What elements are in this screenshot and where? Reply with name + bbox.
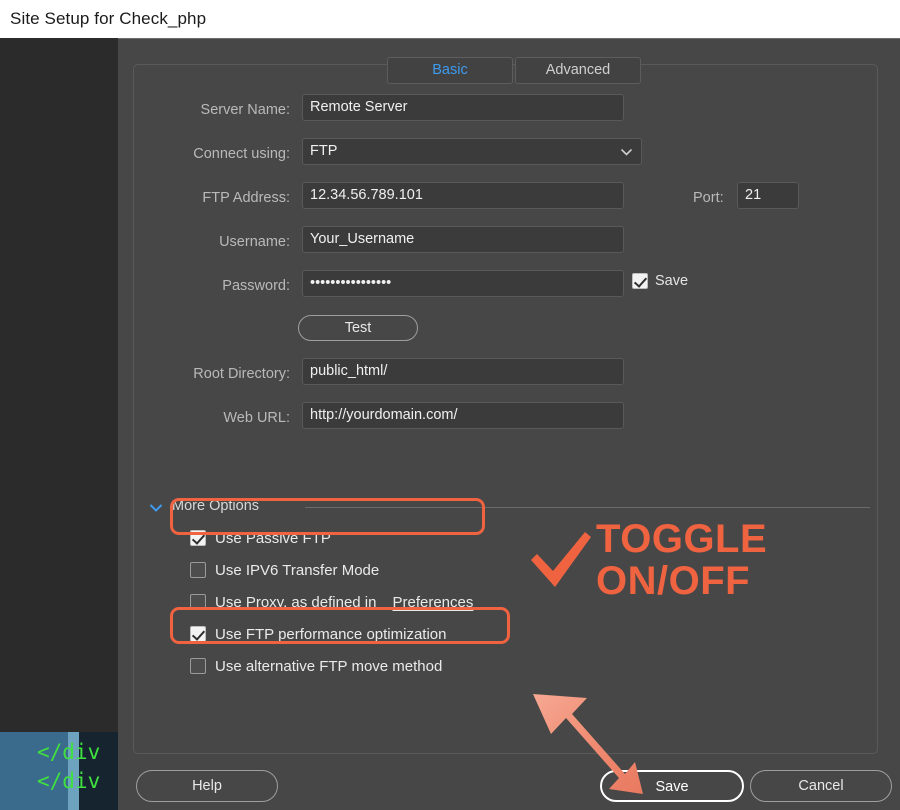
code-editor-pane: </div </div [0, 732, 118, 810]
chevron-down-icon [150, 500, 162, 515]
checkbox-checked-icon [190, 626, 206, 642]
connect-using-label: Connect using: [193, 146, 290, 162]
row-web-url: Web URL: http://yourdomain.com/ [0, 401, 900, 445]
dialog-top-edge [0, 38, 900, 39]
test-button[interactable]: Test [298, 315, 418, 341]
root-directory-label: Root Directory: [193, 366, 290, 382]
option-use-alternative-ftp-move-method[interactable]: Use alternative FTP move method [0, 650, 900, 682]
password-input[interactable]: •••••••••••••••• [302, 270, 624, 297]
username-label: Username: [219, 234, 290, 250]
server-name-input[interactable]: Remote Server [302, 94, 624, 121]
option-use-ftp-performance-optimization[interactable]: Use FTP performance optimization [0, 618, 900, 650]
more-options-title: More Options [172, 498, 260, 514]
tab-advanced[interactable]: Advanced [515, 57, 641, 84]
option-label: Use FTP performance optimization [215, 625, 447, 643]
code-lines: </div </div [37, 738, 100, 796]
preferences-link[interactable]: Preferences [392, 594, 473, 611]
port-input[interactable]: 21 [737, 182, 799, 209]
section-divider [305, 507, 870, 508]
option-label: Use Proxy, as defined in [215, 593, 377, 611]
save-password-checkbox[interactable]: Save [632, 273, 688, 289]
annotation-line-2: ON/OFF [596, 559, 751, 603]
help-button[interactable]: Help [136, 770, 278, 802]
row-password: Password: •••••••••••••••• Save [0, 269, 900, 313]
dialog-footer: Help Save Cancel [0, 762, 900, 810]
checkbox-unchecked-icon [190, 594, 206, 610]
option-label: Use alternative FTP move method [215, 657, 443, 675]
checkbox-checked-icon [190, 530, 206, 546]
web-url-label: Web URL: [223, 410, 290, 426]
row-connect-using: Connect using: FTP [0, 137, 900, 181]
checkbox-checked-icon [632, 273, 648, 289]
code-line: </div [37, 740, 101, 764]
connect-using-value: FTP [310, 143, 338, 159]
site-setup-dialog: Site Servers › CSS Preprocessors › Advan… [0, 38, 900, 810]
checkbox-unchecked-icon [190, 562, 206, 578]
password-label: Password: [222, 278, 290, 294]
cancel-button[interactable]: Cancel [750, 770, 892, 802]
annotation-line-1: TOGGLE [596, 517, 768, 561]
row-username: Username: Your_Username [0, 225, 900, 269]
connect-using-select[interactable]: FTP [302, 138, 642, 165]
row-test: Test [0, 313, 900, 357]
ftp-address-label: FTP Address: [202, 190, 290, 206]
pointer-arrow-icon [525, 688, 655, 803]
row-root-directory: Root Directory: public_html/ [0, 357, 900, 401]
option-label: Use Passive FTP [215, 529, 331, 547]
chevron-down-icon [620, 140, 632, 164]
web-url-input[interactable]: http://yourdomain.com/ [302, 402, 624, 429]
screenshot-root: Site Setup for Check_php Site Servers › … [0, 0, 900, 810]
root-directory-input[interactable]: public_html/ [302, 358, 624, 385]
ftp-address-input[interactable]: 12.34.56.789.101 [302, 182, 624, 209]
server-form: Server Name: Remote Server Connect using… [0, 93, 900, 445]
window-title: Site Setup for Check_php [0, 0, 900, 38]
row-ftp-address: FTP Address: 12.34.56.789.101 Port: 21 [0, 181, 900, 225]
port-label: Port: [693, 190, 724, 206]
save-password-label: Save [655, 273, 689, 289]
settings-tabs: Basic Advanced [387, 57, 647, 84]
username-input[interactable]: Your_Username [302, 226, 624, 253]
option-label: Use IPV6 Transfer Mode [215, 561, 380, 579]
code-line: </div [37, 769, 101, 793]
checkbox-unchecked-icon [190, 658, 206, 674]
server-name-label: Server Name: [200, 102, 290, 118]
row-server-name: Server Name: Remote Server [0, 93, 900, 137]
tab-basic[interactable]: Basic [387, 57, 513, 84]
toggle-annotation-lines: TOGGLE ON/OFF [596, 518, 767, 602]
code-editor-strip: </div </div [0, 38, 118, 810]
check-mark-icon [528, 530, 594, 595]
